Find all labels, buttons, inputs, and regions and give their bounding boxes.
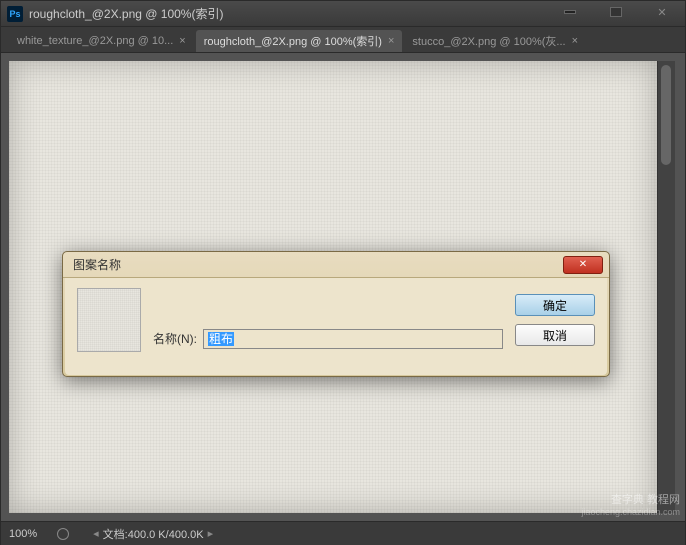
- minimize-button[interactable]: [547, 2, 593, 22]
- tab-close-icon[interactable]: ×: [572, 35, 578, 47]
- document-tab[interactable]: stucco_@2X.png @ 100%(灰... ×: [404, 30, 586, 52]
- scroll-thumb[interactable]: [661, 65, 671, 165]
- name-label: 名称(N):: [153, 330, 197, 347]
- status-bar: 100% ◂ 文档:400.0 K/400.0K ▸: [1, 521, 685, 545]
- tab-label: white_texture_@2X.png @ 10...: [17, 35, 173, 47]
- window-controls: [547, 5, 685, 22]
- document-tab[interactable]: roughcloth_@2X.png @ 100%(索引) ×: [196, 30, 403, 52]
- window-close-button[interactable]: [639, 2, 685, 22]
- dialog-buttons: 确定 取消: [515, 294, 595, 365]
- tab-label: roughcloth_@2X.png @ 100%(索引): [204, 33, 382, 49]
- document-info-icon[interactable]: [57, 528, 69, 540]
- tab-label: stucco_@2X.png @ 100%(灰...: [412, 33, 565, 49]
- document-tab-bar: white_texture_@2X.png @ 10... × roughclo…: [1, 27, 685, 53]
- title-bar: Ps roughcloth_@2X.png @ 100%(索引): [1, 1, 685, 27]
- dialog-close-button[interactable]: ✕: [563, 256, 603, 274]
- dialog-body: 名称(N): 粗布 确定 取消: [65, 278, 607, 375]
- document-size-label: 文档:400.0 K/400.0K: [103, 526, 204, 542]
- cancel-button[interactable]: 取消: [515, 324, 595, 346]
- window-title: roughcloth_@2X.png @ 100%(索引): [29, 5, 547, 22]
- dialog-title: 图案名称: [73, 256, 563, 273]
- pattern-name-input[interactable]: 粗布: [203, 329, 503, 349]
- tab-close-icon[interactable]: ×: [179, 35, 185, 47]
- ok-button[interactable]: 确定: [515, 294, 595, 316]
- document-tab[interactable]: white_texture_@2X.png @ 10... ×: [9, 30, 194, 52]
- vertical-scrollbar[interactable]: [657, 61, 675, 513]
- chevron-right-icon[interactable]: ▸: [208, 527, 214, 540]
- tab-close-icon[interactable]: ×: [388, 35, 394, 47]
- pattern-name-dialog: 图案名称 ✕ 名称(N): 粗布 确定 取消: [62, 251, 610, 377]
- maximize-button[interactable]: [593, 2, 639, 22]
- chevron-left-icon[interactable]: ◂: [93, 527, 99, 540]
- watermark-text: 查字典 教程网: [581, 491, 680, 507]
- dialog-title-bar[interactable]: 图案名称 ✕: [63, 252, 609, 278]
- watermark-url: jiaocheng.chazidian.com: [581, 507, 680, 517]
- photoshop-icon: Ps: [7, 6, 23, 22]
- watermark: 查字典 教程网 jiaocheng.chazidian.com: [581, 491, 680, 517]
- name-field-row: 名称(N): 粗布: [153, 312, 503, 365]
- pattern-preview: [77, 288, 141, 352]
- zoom-level[interactable]: 100%: [9, 528, 37, 540]
